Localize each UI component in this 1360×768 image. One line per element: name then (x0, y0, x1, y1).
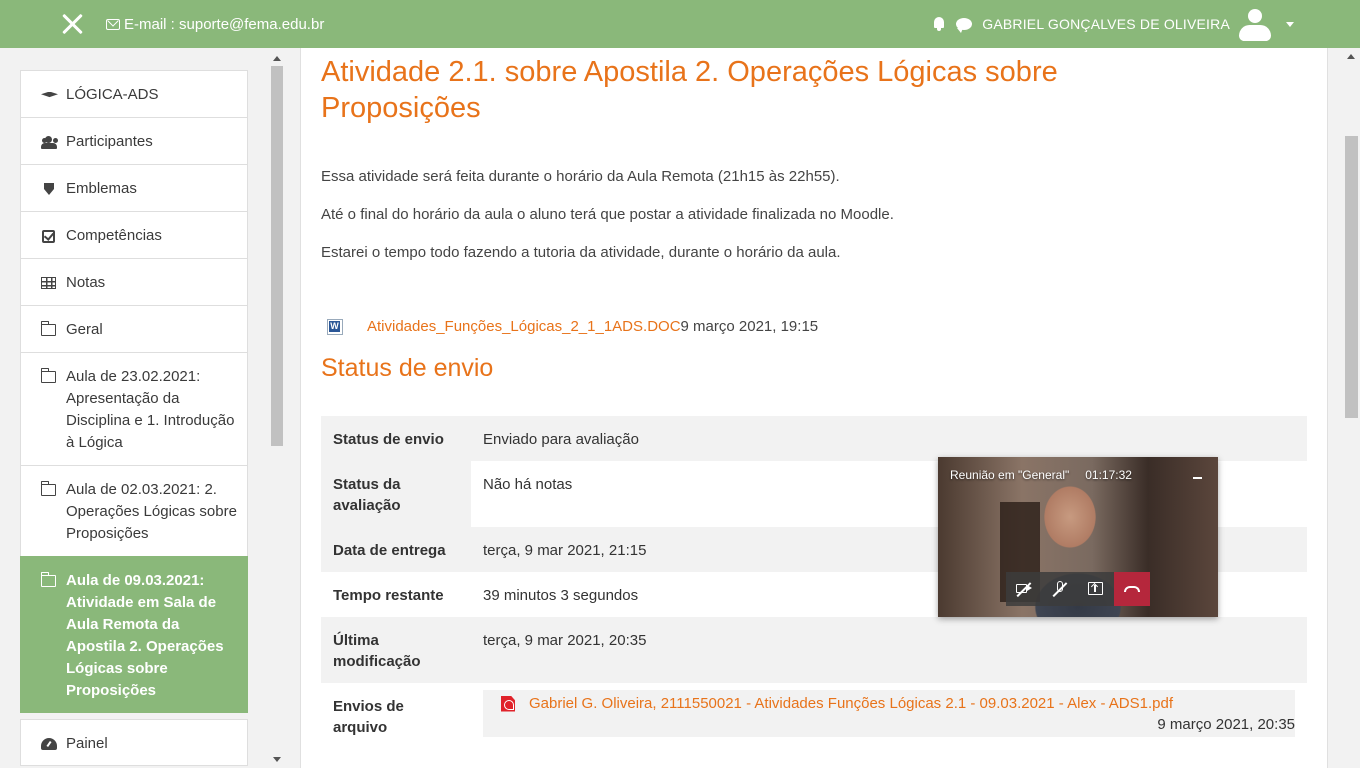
table-row: Última modificação terça, 9 mar 2021, 20… (321, 617, 1307, 683)
video-call-popup[interactable]: Reunião em "General" 01:17:32 (938, 457, 1218, 617)
sidebar-item-lesson-0903[interactable]: Aula de 09.03.2021: Atividade em Sala de… (20, 556, 248, 713)
pdf-icon (501, 695, 515, 712)
meeting-title: Reunião em "General" (950, 468, 1070, 482)
sidebar-item-participants[interactable]: Participantes (20, 117, 248, 164)
sidebar-item-label: Painel (66, 735, 108, 752)
activity-attachment: Atividades_Funções_Lógicas_2_1_1ADS.DOC … (327, 318, 818, 335)
attachment-date: 9 março 2021, 19:15 (680, 318, 819, 335)
sidebar-item-label: Emblemas (66, 180, 137, 197)
row-label: Data de entrega (321, 527, 471, 572)
folder-icon (40, 481, 56, 496)
user-name[interactable]: GABRIEL GONÇALVES DE OLIVEIRA (982, 16, 1230, 32)
support-email-text: E-mail : suporte@fema.edu.br (124, 16, 325, 33)
envelope-icon (106, 19, 120, 30)
main-content: Atividade 2.1. sobre Apostila 2. Operaçõ… (300, 48, 1328, 768)
row-value: Enviado para avaliação (483, 431, 639, 448)
sidebar-item-dashboard[interactable]: Painel (20, 719, 248, 766)
sidebar-item-label: Geral (66, 321, 103, 338)
phone-hangup-icon (1124, 586, 1140, 592)
page-scrollbar[interactable] (1343, 48, 1360, 768)
user-menu-area: GABRIEL GONÇALVES DE OLIVEIRA (932, 6, 1294, 42)
row-label: Envios de arquivo (333, 698, 404, 736)
drawer-scrollbar[interactable] (269, 50, 285, 768)
row-value: terça, 9 mar 2021, 20:35 (471, 617, 1307, 683)
sidebar-item-lesson-2302[interactable]: Aula de 23.02.2021: Apresentação da Disc… (20, 352, 248, 465)
share-screen-icon (1088, 582, 1103, 595)
submitted-file: Gabriel G. Oliveira, 2111550021 - Ativid… (483, 690, 1295, 737)
description-paragraph: Estarei o tempo todo fazendo a tutoria d… (321, 244, 841, 261)
sidebar-item-label: Notas (66, 274, 106, 291)
sidebar-item-competencies[interactable]: Competências (20, 211, 248, 258)
submitted-file-name: Gabriel G. Oliveira, 2111550021 - Ativid… (529, 695, 1173, 712)
meeting-duration: 01:17:32 (1085, 468, 1132, 482)
check-square-icon (42, 229, 55, 243)
hang-up-button[interactable] (1114, 572, 1150, 606)
scroll-up-icon[interactable] (1347, 54, 1355, 59)
avatar[interactable] (1238, 7, 1272, 41)
folder-icon (40, 321, 56, 336)
folder-icon (40, 368, 56, 383)
table-row: Status de envio Enviado para avaliação (321, 416, 1307, 461)
graduation-cap-icon (41, 91, 58, 98)
description-paragraph: Essa atividade será feita durante o horá… (321, 168, 840, 185)
table-icon (41, 277, 56, 289)
video-call-header: Reunião em "General" 01:17:32 (950, 468, 1132, 482)
submitted-files-cell: Gabriel G. Oliveira, 2111550021 - Ativid… (471, 683, 1307, 763)
sidebar-item-lesson-0203[interactable]: Aula de 02.03.2021: 2. Operações Lógicas… (20, 465, 248, 556)
page-title: Atividade 2.1. sobre Apostila 2. Operaçõ… (321, 56, 1058, 124)
sidebar-item-grades[interactable]: Notas (20, 258, 248, 305)
sidebar-item-label: Aula de 02.03.2021: 2. Operações Lógicas… (66, 481, 237, 542)
table-row: Envios de arquivo Gabriel G. Oliveira, 2… (321, 683, 1307, 763)
chat-icon[interactable] (956, 18, 973, 33)
submitted-file-link[interactable]: Gabriel G. Oliveira, 2111550021 - Ativid… (501, 693, 1295, 714)
close-drawer-icon[interactable] (58, 10, 86, 38)
page-scrollbar-thumb[interactable] (1345, 136, 1358, 418)
submission-status-heading: Status de envio (321, 354, 494, 382)
row-label: Tempo restante (333, 587, 444, 604)
folder-icon (40, 572, 56, 587)
bell-icon[interactable] (932, 17, 946, 31)
sidebar-item-course[interactable]: LÓGICA-ADS (20, 70, 248, 117)
row-label: Status da avaliação (321, 461, 471, 527)
sidebar-item-label: LÓGICA-ADS (66, 86, 159, 103)
scroll-down-icon[interactable] (273, 757, 281, 762)
top-navbar: E-mail : suporte@fema.edu.br GABRIEL GON… (0, 0, 1360, 48)
toggle-camera-button[interactable] (1006, 572, 1042, 606)
course-nav-list: LÓGICA-ADS Participantes Emblemas Compet… (20, 70, 248, 766)
share-screen-button[interactable] (1078, 572, 1114, 606)
sidebar-item-label: Competências (66, 227, 162, 244)
call-controls (1006, 572, 1150, 606)
scroll-up-icon[interactable] (273, 56, 281, 61)
chevron-down-icon[interactable] (1286, 21, 1294, 27)
word-document-icon (327, 318, 343, 335)
sidebar-item-general[interactable]: Geral (20, 305, 248, 352)
attachment-link[interactable]: Atividades_Funções_Lógicas_2_1_1ADS.DOC (367, 318, 681, 335)
minimize-icon[interactable] (1193, 477, 1202, 479)
dashboard-icon (41, 738, 57, 750)
sidebar-item-label: Aula de 23.02.2021: Apresentação da Disc… (66, 368, 235, 451)
sidebar-item-label: Aula de 09.03.2021: Atividade em Sala de… (66, 572, 224, 699)
shield-icon (44, 183, 54, 195)
description-paragraph: Até o final do horário da aula o aluno t… (321, 206, 894, 223)
users-icon (41, 136, 57, 149)
drawer-scrollbar-thumb[interactable] (271, 66, 283, 446)
toggle-mic-button[interactable] (1042, 572, 1078, 606)
course-drawer: LÓGICA-ADS Participantes Emblemas Compet… (0, 48, 285, 768)
sidebar-item-label: Participantes (66, 133, 153, 150)
sidebar-item-badges[interactable]: Emblemas (20, 164, 248, 211)
support-email-link[interactable]: E-mail : suporte@fema.edu.br (106, 16, 324, 33)
row-label: Última modificação (321, 617, 471, 683)
submitted-file-date: 9 março 2021, 20:35 (1157, 716, 1295, 733)
row-label: Status de envio (333, 431, 444, 448)
